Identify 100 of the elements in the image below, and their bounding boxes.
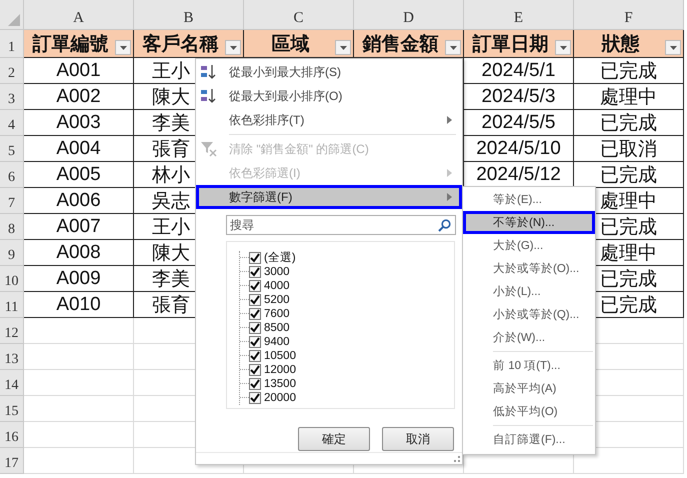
row-header[interactable]: 14 [0, 370, 24, 396]
menu-item[interactable]: 大於或等於(O)... [463, 257, 595, 280]
table-cell: A003 [56, 112, 101, 134]
checkbox-label: 9400 [264, 336, 290, 348]
row-header[interactable]: 10 [0, 266, 24, 292]
row-header[interactable]: 15 [0, 396, 24, 422]
filter-dropdown-button[interactable] [225, 40, 241, 55]
checkbox-label: 10500 [264, 350, 296, 362]
table-cell: 2024/5/1 [482, 60, 556, 82]
header-cell-text: 訂單日期 [472, 32, 548, 56]
row-header[interactable]: 1 [0, 30, 24, 58]
menu-item[interactable]: 小於(L)... [463, 280, 595, 303]
row-header[interactable]: 16 [0, 422, 24, 448]
table-cell-text: 林小 [152, 164, 190, 188]
checkbox-label: 7600 [264, 308, 290, 320]
menu-item[interactable]: 前 10 項(T)... [463, 354, 595, 377]
menu-item[interactable]: 等於(E)... [463, 188, 595, 211]
column-header[interactable]: F [574, 0, 684, 30]
column-header[interactable]: A [24, 0, 134, 30]
header-cell-text: 區域 [272, 32, 310, 56]
menu-item[interactable]: 依色彩排序(T) [196, 108, 462, 132]
checkbox[interactable] [249, 364, 261, 376]
table-cell: 2024/5/5 [482, 112, 556, 134]
checkbox[interactable] [249, 308, 261, 320]
checkbox[interactable] [249, 280, 261, 292]
filter-dropdown-button[interactable] [665, 40, 681, 55]
table-cell: 2024/5/10 [476, 138, 561, 160]
table-cell-text: 已完成 [600, 216, 657, 240]
filter-dropdown-button[interactable] [115, 40, 131, 55]
checkbox[interactable] [249, 392, 261, 404]
dropdown-arrow-icon [560, 46, 566, 50]
checkbox[interactable] [249, 252, 261, 264]
dropdown-arrow-icon [340, 46, 346, 50]
table-cell-text: 處理中 [600, 86, 657, 110]
filter-dropdown-button[interactable] [555, 40, 571, 55]
checkbox-label: 3000 [264, 266, 290, 278]
table-cell-text: 陳大 [152, 242, 190, 266]
menu-item[interactable]: 從最小到最大排序(S) [196, 60, 462, 84]
checkbox[interactable] [249, 294, 261, 306]
menu-item[interactable]: 小於或等於(Q)... [463, 303, 595, 326]
table-cell-text: 李美 [152, 268, 190, 292]
checkbox-label: 8500 [264, 322, 290, 334]
table-cell: 2024/5/3 [482, 86, 556, 108]
dialog-button[interactable]: 確定 [298, 427, 370, 451]
filter-dropdown-button[interactable] [445, 40, 461, 55]
row-header[interactable]: 3 [0, 84, 24, 110]
row-header[interactable]: 8 [0, 214, 24, 240]
dropdown-arrow-icon [670, 46, 676, 50]
column-header[interactable]: C [244, 0, 354, 30]
row-header[interactable]: 7 [0, 188, 24, 214]
filter-dropdown-button[interactable] [335, 40, 351, 55]
menu-item[interactable]: 高於平均(A) [463, 377, 595, 400]
checkbox[interactable] [249, 322, 261, 334]
table-cell-text: 已取消 [600, 138, 657, 162]
table-cell-text: 已完成 [600, 60, 657, 84]
table-cell-text: 已完成 [600, 268, 657, 292]
menu-item[interactable]: 不等於(N)... [463, 211, 595, 234]
table-cell: A007 [56, 216, 101, 238]
checkbox[interactable] [249, 336, 261, 348]
table-cell-text: 王小 [152, 216, 190, 240]
table-cell: A002 [56, 86, 101, 108]
menu-item[interactable]: 大於(G)... [463, 234, 595, 257]
checkbox[interactable] [249, 350, 261, 362]
row-header[interactable]: 9 [0, 240, 24, 266]
row-header[interactable]: 17 [0, 448, 24, 474]
column-header[interactable]: D [354, 0, 464, 30]
search-field[interactable]: 搜尋 [226, 215, 456, 235]
menu-item[interactable]: 介於(W)... [463, 326, 595, 349]
checkbox-label: 12000 [264, 364, 296, 376]
checkbox[interactable] [249, 378, 261, 390]
submenu-arrow-icon [447, 116, 452, 124]
sort-descending-icon [200, 88, 218, 104]
submenu-arrow-icon [447, 169, 452, 177]
checkbox[interactable] [249, 266, 261, 278]
table-cell: A004 [56, 138, 101, 160]
row-header[interactable]: 11 [0, 292, 24, 318]
menu-item[interactable]: 自訂篩選(F)... [463, 428, 595, 451]
menu-item[interactable]: 數字篩選(F) [196, 185, 462, 209]
row-header[interactable]: 4 [0, 110, 24, 136]
dialog-button[interactable]: 取消 [382, 427, 454, 451]
table-cell: A001 [56, 60, 101, 82]
row-header[interactable]: 2 [0, 58, 24, 84]
row-header[interactable]: 13 [0, 344, 24, 370]
table-cell: 2024/5/12 [476, 164, 561, 186]
row-header[interactable]: 5 [0, 136, 24, 162]
resize-grip-icon[interactable] [454, 456, 460, 462]
row-header[interactable]: 12 [0, 318, 24, 344]
table-cell-text: 處理中 [600, 190, 657, 214]
table-cell-text: 已完成 [600, 164, 657, 188]
menu-item[interactable]: 低於平均(O) [463, 400, 595, 423]
checkbox-label: 4000 [264, 280, 290, 292]
table-cell: A009 [56, 268, 101, 290]
submenu-arrow-icon [447, 193, 452, 201]
row-header[interactable]: 6 [0, 162, 24, 188]
column-header[interactable]: E [464, 0, 574, 30]
column-header[interactable]: B [134, 0, 244, 30]
sort-ascending-icon [200, 64, 218, 80]
menu-item[interactable]: 從最大到最小排序(O) [196, 84, 462, 108]
table-cell-text: 張育 [152, 294, 190, 318]
dropdown-arrow-icon [120, 46, 126, 50]
